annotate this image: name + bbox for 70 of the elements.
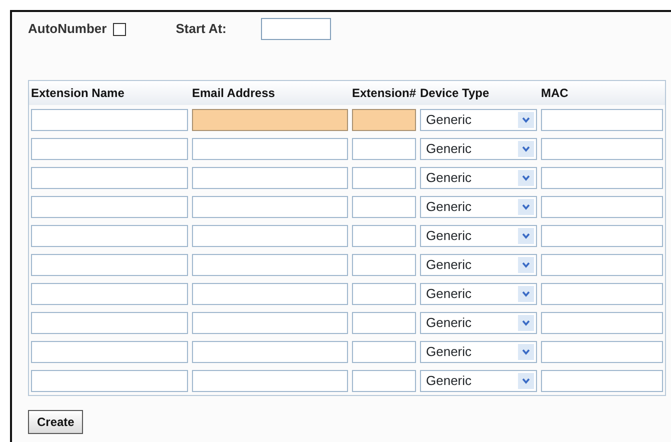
extension-field[interactable]: [352, 108, 416, 130]
device-type-dropdown[interactable]: Generic: [420, 224, 537, 246]
device-type-dropdown[interactable]: Generic: [420, 138, 537, 160]
mac-field[interactable]: [541, 166, 663, 188]
email-field[interactable]: [192, 312, 348, 334]
chevron-down-icon: [522, 174, 530, 180]
mac-field[interactable]: [541, 340, 663, 362]
device-type-dropdown[interactable]: Generic: [420, 340, 537, 362]
extension-name-field[interactable]: [31, 138, 188, 160]
extension-name-field[interactable]: [31, 340, 188, 362]
extension-name-field[interactable]: [31, 370, 188, 392]
extension-field[interactable]: [352, 254, 416, 276]
auto-number-checkbox[interactable]: [112, 22, 126, 36]
device-type-dropdown[interactable]: Generic: [420, 196, 537, 218]
device-type-dropdown[interactable]: Generic: [420, 312, 537, 334]
chevron-down-icon: [522, 378, 530, 384]
mac-field[interactable]: [541, 254, 663, 276]
start-at-field[interactable]: [260, 18, 331, 40]
extension-name-field[interactable]: [31, 108, 188, 130]
column-header: Device Type: [418, 81, 539, 105]
email-field[interactable]: [192, 254, 348, 276]
extension-field[interactable]: [352, 224, 416, 246]
device-type-dropdown[interactable]: Generic: [420, 370, 537, 392]
email-field[interactable]: [192, 224, 348, 246]
chevron-down-icon: [522, 262, 530, 268]
extension-name-field[interactable]: [31, 224, 188, 246]
start-at-label: Start At:: [176, 20, 227, 38]
email-field[interactable]: [192, 370, 348, 392]
column-header: Email Address: [190, 81, 350, 105]
device-type-dropdown[interactable]: Generic: [420, 108, 537, 130]
extension-field[interactable]: [352, 138, 416, 160]
chevron-down-icon: [522, 320, 530, 326]
mac-field[interactable]: [541, 282, 663, 304]
chevron-down-icon: [522, 116, 530, 122]
email-field[interactable]: [192, 166, 348, 188]
chevron-down-icon: [522, 348, 530, 354]
extension-field[interactable]: [352, 166, 416, 188]
mac-field[interactable]: [541, 224, 663, 246]
chevron-down-icon: [522, 204, 530, 210]
column-header: Extension#: [350, 81, 418, 105]
column-header: Extension Name: [29, 81, 190, 105]
mac-field[interactable]: [541, 370, 663, 392]
device-type-dropdown[interactable]: Generic: [420, 254, 537, 276]
mac-field[interactable]: [541, 108, 663, 130]
email-field[interactable]: [192, 196, 348, 218]
extension-name-field[interactable]: [31, 254, 188, 276]
chevron-down-icon: [522, 290, 530, 296]
email-field[interactable]: [192, 282, 348, 304]
mac-field[interactable]: [541, 312, 663, 334]
extension-name-field[interactable]: [31, 166, 188, 188]
auto-number-label: AutoNumber: [28, 20, 107, 38]
extension-name-field[interactable]: [31, 282, 188, 304]
email-field[interactable]: [192, 340, 348, 362]
chevron-down-icon: [522, 146, 530, 152]
extension-field[interactable]: [352, 282, 416, 304]
device-type-dropdown[interactable]: Generic: [420, 166, 537, 188]
extension-name-field[interactable]: [31, 312, 188, 334]
column-header: MAC: [539, 81, 665, 105]
mac-field[interactable]: [541, 138, 663, 160]
extension-name-field[interactable]: [31, 196, 188, 218]
chevron-down-icon: [522, 232, 530, 238]
extension-field[interactable]: [352, 340, 416, 362]
extension-field[interactable]: [352, 370, 416, 392]
device-type-dropdown[interactable]: Generic: [420, 282, 537, 304]
email-field[interactable]: [192, 138, 348, 160]
create-button[interactable]: Create: [28, 410, 84, 434]
extension-field[interactable]: [352, 196, 416, 218]
extension-field[interactable]: [352, 312, 416, 334]
email-field[interactable]: [192, 108, 348, 130]
mac-field[interactable]: [541, 196, 663, 218]
